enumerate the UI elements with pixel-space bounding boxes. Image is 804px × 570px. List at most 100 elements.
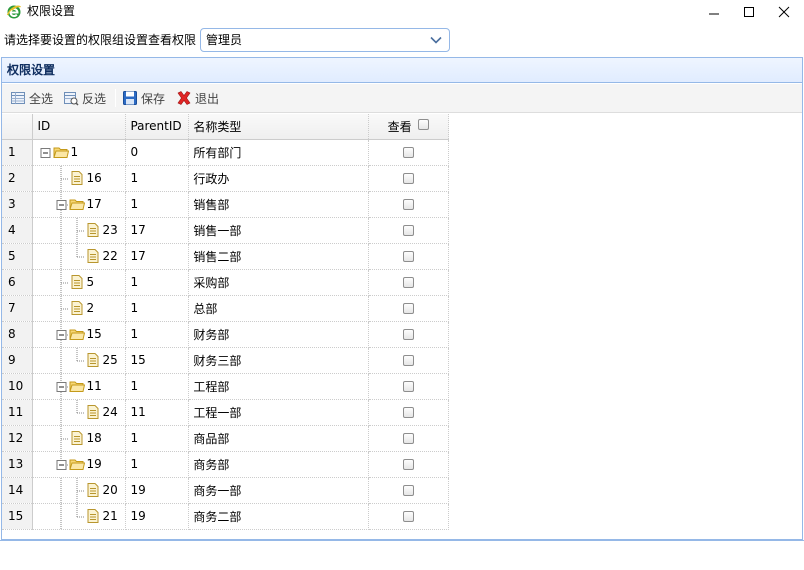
tree-line-icon bbox=[60, 295, 70, 320]
view-cell bbox=[368, 191, 449, 218]
table-row[interactable]: 13 19 1 商务部 bbox=[2, 451, 449, 478]
node-id: 18 bbox=[86, 431, 102, 445]
view-cell bbox=[368, 373, 449, 400]
tree-cell[interactable]: 18 bbox=[32, 425, 127, 452]
table-row[interactable]: 9 25 15 财务三部 bbox=[2, 347, 449, 374]
view-checkbox[interactable] bbox=[403, 303, 415, 314]
tree-cell[interactable]: 20 bbox=[32, 477, 127, 504]
row-number: 14 bbox=[2, 477, 34, 504]
panel-header: 权限设置 bbox=[2, 58, 802, 83]
minus-box-icon[interactable] bbox=[37, 451, 70, 477]
table-row[interactable]: 3 17 1 销售部 bbox=[2, 191, 449, 218]
name-cell: 财务部 bbox=[188, 321, 370, 348]
table-row[interactable]: 15 21 19 商务二部 bbox=[2, 503, 449, 530]
close-button[interactable] bbox=[766, 0, 802, 24]
maximize-icon bbox=[744, 7, 754, 17]
column-header-name[interactable]: 名称类型 bbox=[188, 114, 370, 140]
tree-cell[interactable]: 17 bbox=[32, 191, 127, 218]
tree-cell[interactable]: 5 bbox=[32, 269, 127, 296]
grid-icon bbox=[11, 92, 25, 104]
table-row[interactable]: 12 18 1 商品部 bbox=[2, 425, 449, 452]
table-row[interactable]: 7 2 1 总部 bbox=[2, 295, 449, 322]
tree-cell[interactable]: 2 bbox=[32, 295, 127, 322]
tree-cell[interactable]: 22 bbox=[32, 243, 127, 270]
node-id: 5 bbox=[86, 275, 95, 289]
node-id: 16 bbox=[86, 171, 102, 185]
file-icon bbox=[87, 249, 99, 263]
view-checkbox[interactable] bbox=[403, 511, 415, 522]
tree-cell[interactable]: 11 bbox=[32, 373, 127, 400]
maximize-button[interactable] bbox=[731, 0, 767, 24]
view-checkbox[interactable] bbox=[403, 225, 415, 236]
file-icon bbox=[87, 509, 99, 523]
minus-box-icon[interactable] bbox=[37, 191, 70, 217]
minus-box-icon[interactable] bbox=[37, 321, 70, 347]
view-checkbox[interactable] bbox=[403, 199, 415, 210]
table-row[interactable]: 6 5 1 采购部 bbox=[2, 269, 449, 296]
table-row[interactable]: 10 11 1 工程部 bbox=[2, 373, 449, 400]
view-cell bbox=[368, 139, 449, 166]
tree-cell[interactable]: 21 bbox=[32, 503, 127, 530]
parent-id-cell: 1 bbox=[125, 191, 190, 218]
view-checkbox[interactable] bbox=[403, 355, 415, 366]
panel-title: 权限设置 bbox=[7, 63, 56, 77]
row-number: 15 bbox=[2, 503, 34, 530]
group-combobox[interactable]: 管理员 bbox=[200, 28, 450, 52]
tree-cell[interactable]: 23 bbox=[32, 217, 127, 244]
view-checkbox[interactable] bbox=[403, 251, 415, 262]
column-header-id[interactable]: ID bbox=[32, 114, 127, 140]
table-row[interactable]: 11 24 11 工程一部 bbox=[2, 399, 449, 426]
view-checkbox[interactable] bbox=[403, 407, 415, 418]
minimize-button[interactable] bbox=[696, 0, 732, 24]
column-header-parentid[interactable]: ParentID bbox=[125, 114, 190, 140]
grid-search-icon bbox=[64, 92, 79, 106]
minus-box-icon[interactable] bbox=[37, 140, 53, 165]
tree-line-icon bbox=[60, 269, 70, 294]
folder-icon bbox=[69, 381, 86, 392]
folder-icon bbox=[53, 147, 70, 158]
table-row[interactable]: 14 20 19 商务一部 bbox=[2, 477, 449, 504]
view-checkbox[interactable] bbox=[403, 381, 415, 392]
save-button[interactable]: 保存 bbox=[122, 88, 165, 108]
node-id: 22 bbox=[102, 249, 118, 263]
name-cell: 销售二部 bbox=[188, 243, 370, 270]
view-cell bbox=[368, 347, 449, 374]
select-all-label: 全选 bbox=[29, 91, 54, 106]
invert-selection-button[interactable]: 反选 bbox=[63, 88, 106, 108]
view-all-checkbox[interactable] bbox=[418, 118, 430, 130]
view-checkbox[interactable] bbox=[403, 147, 415, 158]
view-checkbox[interactable] bbox=[403, 459, 415, 470]
exit-label: 退出 bbox=[195, 91, 220, 106]
select-all-button[interactable]: 全选 bbox=[10, 88, 53, 108]
column-header-view[interactable]: 查看 bbox=[368, 114, 449, 140]
view-checkbox[interactable] bbox=[403, 485, 415, 496]
row-number: 3 bbox=[2, 191, 34, 218]
tree-cell[interactable]: 24 bbox=[32, 399, 127, 426]
minus-box-icon[interactable] bbox=[37, 373, 70, 399]
view-checkbox[interactable] bbox=[403, 329, 415, 340]
ie-icon bbox=[6, 4, 22, 20]
node-id: 25 bbox=[102, 353, 118, 367]
view-checkbox[interactable] bbox=[403, 173, 415, 184]
exit-button[interactable]: 退出 bbox=[176, 88, 219, 108]
tree-cell[interactable]: 15 bbox=[32, 321, 127, 348]
table-row[interactable]: 1 1 0 所有部门 bbox=[2, 139, 449, 166]
row-number: 9 bbox=[2, 347, 34, 374]
chevron-down-icon[interactable] bbox=[423, 29, 449, 51]
tree-cell[interactable]: 16 bbox=[32, 165, 127, 192]
table-row[interactable]: 4 23 17 销售一部 bbox=[2, 217, 449, 244]
table-row[interactable]: 2 16 1 行政办 bbox=[2, 165, 449, 192]
file-icon bbox=[71, 301, 83, 315]
window: 权限设置 请选择要设置的权限组设置查看权限 管理员 权限设置 全选 反选 保存 … bbox=[0, 0, 804, 570]
tree-cell[interactable]: 19 bbox=[32, 451, 127, 478]
tree-cell[interactable]: 25 bbox=[32, 347, 127, 374]
save-icon bbox=[123, 91, 137, 105]
tree-cell[interactable]: 1 bbox=[32, 139, 127, 166]
view-checkbox[interactable] bbox=[403, 277, 415, 288]
table-row[interactable]: 5 22 17 销售二部 bbox=[2, 243, 449, 270]
view-checkbox[interactable] bbox=[403, 433, 415, 444]
footer-divider bbox=[0, 540, 804, 541]
table-row[interactable]: 8 15 1 财务部 bbox=[2, 321, 449, 348]
file-icon bbox=[87, 483, 99, 497]
minimize-icon bbox=[709, 13, 719, 15]
